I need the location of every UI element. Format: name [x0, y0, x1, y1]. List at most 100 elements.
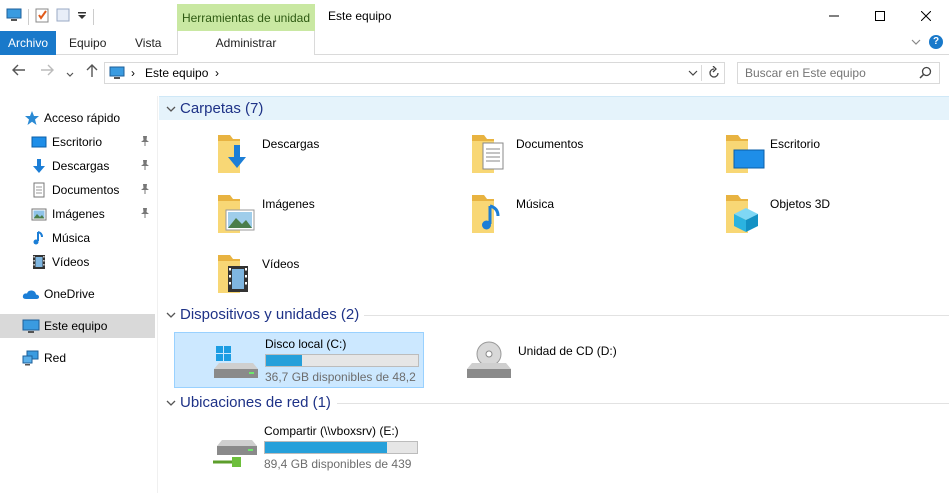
- chevron-down-icon: [166, 309, 176, 323]
- back-button[interactable]: [12, 64, 26, 79]
- back-arrow-icon: [12, 64, 25, 76]
- folder-music[interactable]: Música: [470, 190, 700, 246]
- maximize-icon: [875, 10, 885, 21]
- refresh-icon: [709, 65, 719, 78]
- minimize-button[interactable]: [811, 0, 857, 31]
- music-folder-icon: [470, 190, 518, 238]
- folder-pictures[interactable]: Imágenes: [216, 190, 446, 246]
- tab-view[interactable]: Vista: [126, 31, 170, 55]
- group-divider: [337, 403, 949, 404]
- folder-desktop[interactable]: Escritorio: [724, 130, 949, 186]
- group-title: Dispositivos y unidades (2): [180, 306, 360, 323]
- capacity-bar-fill: [266, 355, 303, 366]
- drive-d[interactable]: Unidad de CD (D:): [428, 332, 678, 388]
- breadcrumb-separator-icon[interactable]: ›: [215, 66, 219, 80]
- breadcrumb-this-pc[interactable]: Este equipo: [145, 66, 208, 80]
- sidebar-item-label: Acceso rápido: [44, 111, 121, 125]
- chevron-down-icon: [688, 70, 698, 76]
- maximize-button[interactable]: [857, 0, 903, 31]
- cd-drive-icon: [466, 340, 512, 383]
- customize-toolbar-icon[interactable]: [77, 10, 87, 24]
- close-icon: [921, 10, 931, 21]
- expand-ribbon-icon[interactable]: [911, 35, 921, 49]
- help-icon[interactable]: ?: [929, 35, 943, 49]
- folder-label: Imágenes: [262, 197, 315, 211]
- up-button[interactable]: [86, 64, 98, 81]
- videos-folder-icon: [216, 250, 264, 298]
- videos-icon: [31, 254, 47, 270]
- this-pc-icon: [109, 66, 125, 83]
- folder-label: Música: [516, 197, 555, 211]
- folder-3d-objects[interactable]: Objetos 3D: [724, 190, 949, 246]
- sidebar-item-network[interactable]: Red: [0, 346, 155, 370]
- new-folder-icon[interactable]: [55, 7, 71, 26]
- windows-drive-icon: [213, 345, 259, 384]
- group-header-folders[interactable]: Carpetas (7): [159, 96, 949, 120]
- folder-documents[interactable]: Documentos: [470, 130, 700, 186]
- search-input[interactable]: [738, 63, 908, 83]
- sidebar-item-music[interactable]: Música: [0, 226, 155, 250]
- group-header-network[interactable]: Ubicaciones de red (1): [159, 391, 949, 415]
- computer-icon[interactable]: [6, 8, 22, 25]
- folder-videos[interactable]: Vídeos: [216, 250, 446, 306]
- toolbar-separator: [93, 8, 94, 25]
- title-bar: Herramientas de unidad Este equipo: [0, 0, 949, 31]
- folder-label: Escritorio: [770, 137, 821, 151]
- pin-icon[interactable]: [140, 207, 150, 222]
- ribbon-tabs: Archivo Equipo Vista Administrar ?: [0, 31, 949, 55]
- sidebar-item-onedrive[interactable]: OneDrive: [0, 282, 155, 306]
- sidebar-item-label: Escritorio: [52, 135, 103, 149]
- chevron-down-icon: [166, 103, 176, 117]
- network-drive-icon: [212, 432, 258, 473]
- tab-file[interactable]: Archivo: [0, 31, 57, 55]
- navigation-pane: Acceso rápido Escritorio Descargas Docum…: [0, 96, 158, 493]
- recent-locations-button[interactable]: [66, 66, 74, 81]
- close-button[interactable]: [903, 0, 949, 31]
- address-bar[interactable]: › Este equipo ›: [104, 62, 725, 84]
- sidebar-item-videos[interactable]: Vídeos: [0, 250, 155, 274]
- sidebar-item-label: Imágenes: [52, 207, 105, 221]
- group-divider: [364, 315, 949, 316]
- pictures-folder-icon: [216, 190, 264, 238]
- group-title: Carpetas (7): [180, 100, 264, 117]
- pin-icon[interactable]: [140, 183, 150, 198]
- chevron-down-icon: [166, 397, 176, 411]
- sidebar-item-pictures[interactable]: Imágenes: [0, 202, 155, 226]
- toolbar-separator: [28, 8, 29, 25]
- tab-computer[interactable]: Equipo: [60, 31, 115, 55]
- sidebar-item-label: Red: [44, 351, 67, 365]
- pictures-icon: [31, 206, 47, 222]
- sidebar-item-this-pc[interactable]: Este equipo: [0, 314, 155, 338]
- drive-c[interactable]: Disco local (C:) 36,7 GB disponibles de …: [174, 332, 424, 388]
- search-icon[interactable]: [919, 66, 932, 82]
- pin-icon[interactable]: [140, 135, 150, 150]
- document-icon: [31, 182, 47, 198]
- capacity-bar: [264, 441, 418, 454]
- music-icon: [31, 230, 47, 246]
- pin-icon[interactable]: [140, 159, 150, 174]
- sidebar-item-label: Vídeos: [52, 255, 90, 269]
- address-history-dropdown[interactable]: [688, 65, 698, 84]
- 3d-objects-folder-icon: [724, 190, 772, 238]
- group-header-devices[interactable]: Dispositivos y unidades (2): [159, 303, 949, 327]
- window-title: Este equipo: [328, 9, 392, 23]
- sidebar-item-quick-access[interactable]: Acceso rápido: [0, 106, 155, 130]
- drive-free-space: 36,7 GB disponibles de 48,2: [265, 370, 416, 384]
- properties-icon[interactable]: [35, 7, 49, 26]
- sidebar-item-desktop[interactable]: Escritorio: [0, 130, 155, 154]
- sidebar-item-documents[interactable]: Documentos: [0, 178, 155, 202]
- sidebar-item-downloads[interactable]: Descargas: [0, 154, 155, 178]
- forward-button[interactable]: [40, 64, 54, 79]
- quick-access-toolbar: [6, 7, 94, 26]
- divider: [701, 65, 702, 81]
- desktop-folder-icon: [724, 130, 772, 178]
- folder-downloads[interactable]: Descargas: [216, 130, 446, 186]
- tab-manage[interactable]: Administrar: [177, 31, 315, 55]
- network-drive-e[interactable]: Compartir (\\vboxsrv) (E:) 89,4 GB dispo…: [174, 420, 424, 476]
- folder-label: Vídeos: [262, 257, 300, 271]
- chevron-down-icon: [66, 72, 74, 77]
- refresh-button[interactable]: [708, 65, 720, 82]
- sidebar-item-label: Este equipo: [44, 319, 108, 333]
- sidebar-item-label: Descargas: [52, 159, 110, 173]
- breadcrumb-separator-icon[interactable]: ›: [131, 66, 135, 80]
